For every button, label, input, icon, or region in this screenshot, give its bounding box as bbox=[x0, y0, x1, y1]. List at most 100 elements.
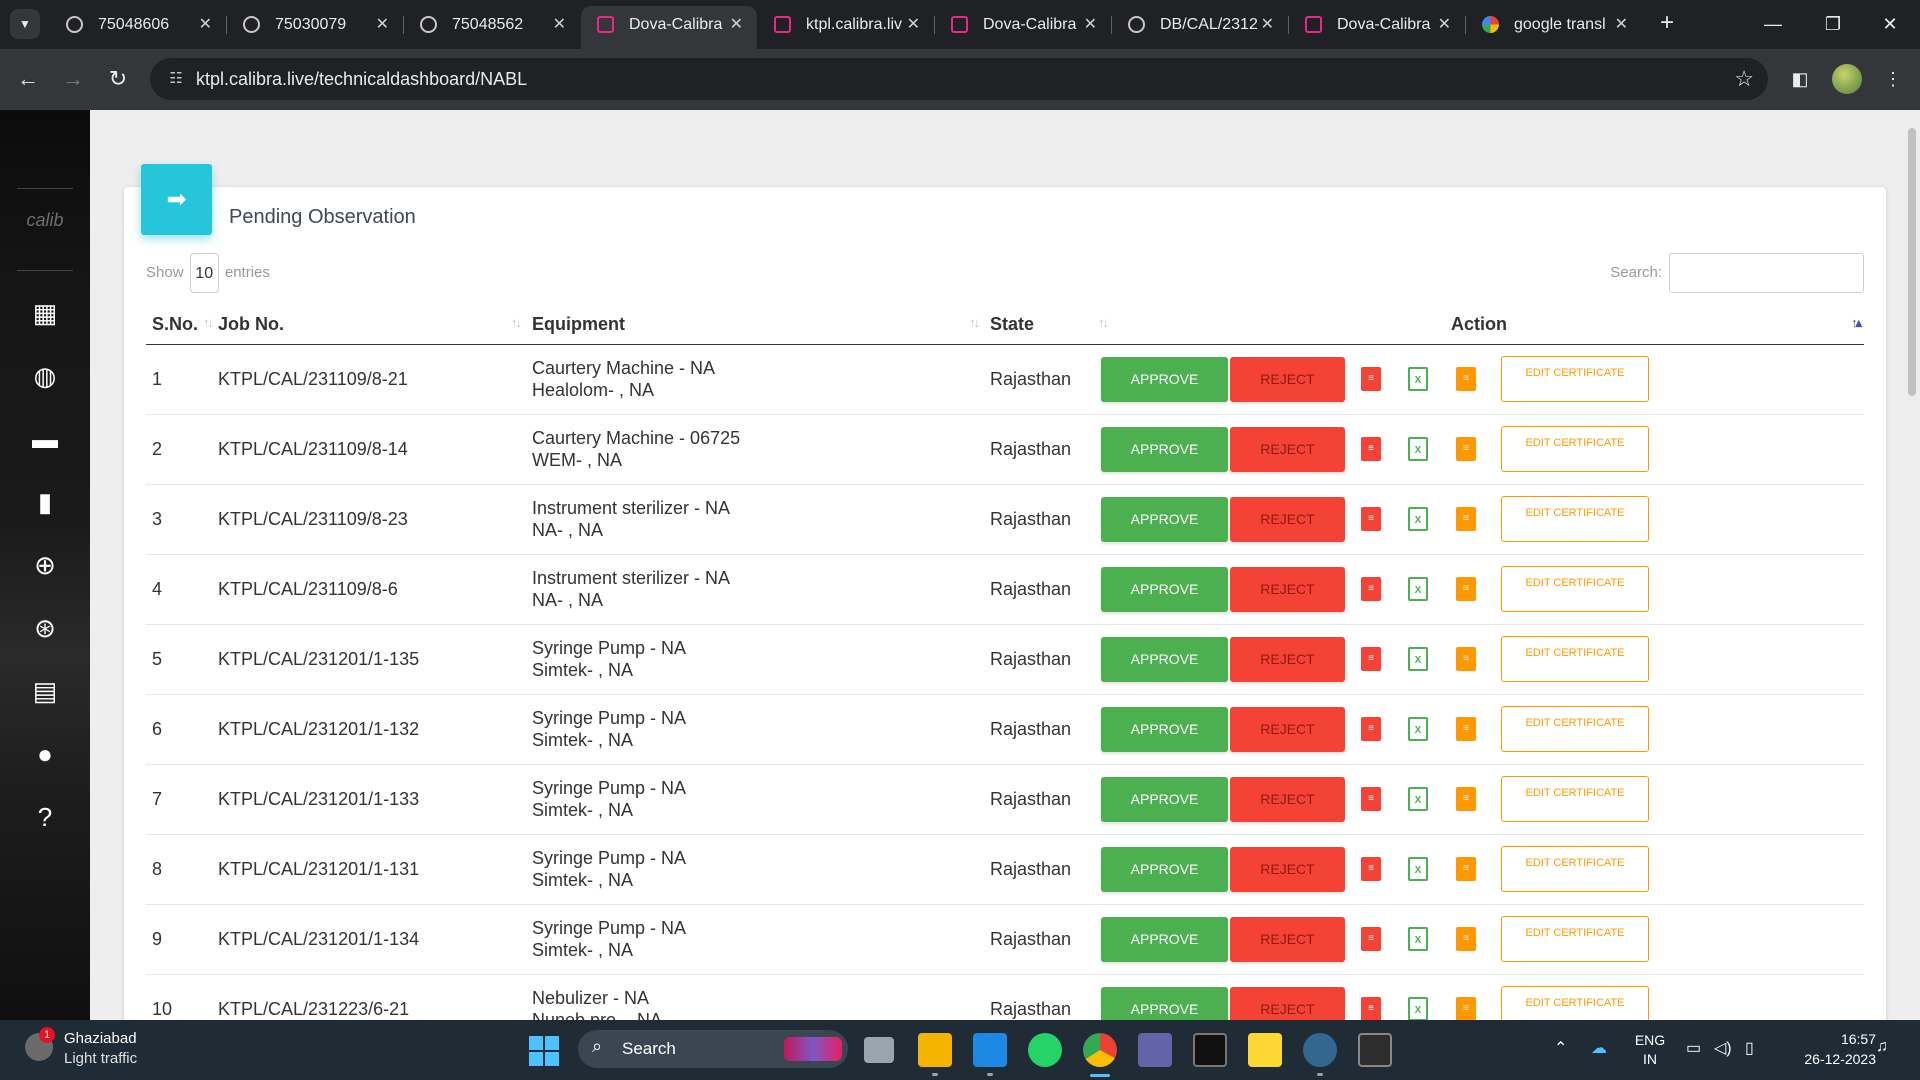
browser-tab[interactable]: ktpl.calibra.liv ✕ bbox=[758, 6, 934, 43]
document-file-icon[interactable]: ≡ bbox=[1456, 717, 1476, 741]
approve-button[interactable]: APPROVE bbox=[1101, 426, 1228, 472]
excel-file-icon[interactable]: X bbox=[1408, 997, 1428, 1020]
browser-tab[interactable]: Dova-Calibra ✕ bbox=[1289, 6, 1465, 43]
dashboard-icon[interactable]: ▦ bbox=[29, 297, 61, 329]
close-window-button[interactable]: ✕ bbox=[1860, 0, 1920, 49]
close-tab-icon[interactable]: ✕ bbox=[907, 6, 920, 43]
pdf-file-icon[interactable]: ≡ bbox=[1361, 437, 1381, 461]
approve-button[interactable]: APPROVE bbox=[1101, 496, 1228, 542]
edit-certificate-button[interactable]: EDIT CERTIFICATE bbox=[1501, 986, 1649, 1020]
pdf-file-icon[interactable]: ≡ bbox=[1361, 577, 1381, 601]
reject-button[interactable]: REJECT bbox=[1230, 566, 1345, 612]
pdf-file-icon[interactable]: ≡ bbox=[1361, 647, 1381, 671]
display-icon[interactable]: ▭ bbox=[1686, 1038, 1701, 1058]
excel-file-icon[interactable]: X bbox=[1408, 577, 1428, 601]
excel-file-icon[interactable]: X bbox=[1408, 647, 1428, 671]
book-icon[interactable]: ▮ bbox=[29, 486, 61, 518]
postgres-icon[interactable] bbox=[1303, 1033, 1337, 1076]
vscode-icon[interactable] bbox=[973, 1033, 1007, 1076]
pdf-file-icon[interactable]: ≡ bbox=[1361, 717, 1381, 741]
close-tab-icon[interactable]: ✕ bbox=[1438, 6, 1451, 43]
excel-file-icon[interactable]: X bbox=[1408, 787, 1428, 811]
browser-tab[interactable]: 75030079 ✕ bbox=[227, 6, 403, 43]
document-file-icon[interactable]: ≡ bbox=[1456, 507, 1476, 531]
reject-button[interactable]: REJECT bbox=[1230, 846, 1345, 892]
excel-file-icon[interactable]: X bbox=[1408, 507, 1428, 531]
edit-certificate-button[interactable]: EDIT CERTIFICATE bbox=[1501, 426, 1649, 472]
teams-icon[interactable] bbox=[1138, 1033, 1172, 1067]
pdf-file-icon[interactable]: ≡ bbox=[1361, 367, 1381, 391]
restore-button[interactable]: ❐ bbox=[1803, 0, 1863, 49]
browser-tab-active[interactable]: Dova-Calibra ✕ bbox=[581, 6, 757, 49]
col-header-job[interactable]: Job No. ↑↓ bbox=[218, 305, 532, 345]
excel-file-icon[interactable]: X bbox=[1408, 437, 1428, 461]
edit-certificate-button[interactable]: EDIT CERTIFICATE bbox=[1501, 636, 1649, 682]
page-scrollbar[interactable] bbox=[1908, 128, 1916, 396]
clock-time[interactable]: 16:57 bbox=[1780, 1031, 1876, 1047]
close-tab-icon[interactable]: ✕ bbox=[1261, 6, 1274, 43]
approve-button[interactable]: APPROVE bbox=[1101, 706, 1228, 752]
zoom-in-icon[interactable]: ⊕ bbox=[29, 549, 61, 581]
new-tab-button[interactable]: + bbox=[1652, 8, 1682, 38]
reject-button[interactable]: REJECT bbox=[1230, 636, 1345, 682]
pdf-file-icon[interactable]: ≡ bbox=[1361, 857, 1381, 881]
document-file-icon[interactable]: ≡ bbox=[1456, 367, 1476, 391]
start-button[interactable] bbox=[529, 1036, 559, 1066]
approve-button[interactable]: APPROVE bbox=[1101, 776, 1228, 822]
language-indicator[interactable]: ENG bbox=[1628, 1032, 1672, 1048]
briefcase-icon[interactable]: ▬ bbox=[29, 423, 61, 455]
edit-certificate-button[interactable]: EDIT CERTIFICATE bbox=[1501, 356, 1649, 402]
close-tab-icon[interactable]: ✕ bbox=[553, 6, 566, 43]
chevron-up-icon[interactable]: ⌃ bbox=[1554, 1038, 1567, 1058]
whatsapp-icon[interactable] bbox=[1028, 1033, 1062, 1067]
browser-tab[interactable]: 75048606 ✕ bbox=[50, 6, 226, 43]
reject-button[interactable]: REJECT bbox=[1230, 426, 1345, 472]
clock-date[interactable]: 26-12-2023 bbox=[1780, 1051, 1876, 1067]
minimize-button[interactable]: — bbox=[1743, 0, 1803, 49]
approve-button[interactable]: APPROVE bbox=[1101, 846, 1228, 892]
excel-file-icon[interactable]: X bbox=[1408, 367, 1428, 391]
excel-file-icon[interactable]: X bbox=[1408, 927, 1428, 951]
col-header-action[interactable]: Action ↑▴ bbox=[1101, 305, 1864, 345]
reload-button[interactable]: ↻ bbox=[102, 63, 134, 95]
reject-button[interactable]: REJECT bbox=[1230, 986, 1345, 1020]
edit-certificate-button[interactable]: EDIT CERTIFICATE bbox=[1501, 706, 1649, 752]
browser-tab[interactable]: DB/CAL/2312 ✕ bbox=[1112, 6, 1288, 43]
pdf-file-icon[interactable]: ≡ bbox=[1361, 507, 1381, 531]
edit-certificate-button[interactable]: EDIT CERTIFICATE bbox=[1501, 916, 1649, 962]
person-icon[interactable]: ● bbox=[29, 738, 61, 770]
col-header-state[interactable]: State ↑↓ bbox=[990, 305, 1109, 345]
close-tab-icon[interactable]: ✕ bbox=[1084, 6, 1097, 43]
onedrive-icon[interactable]: ☁ bbox=[1591, 1038, 1607, 1058]
query-stats-icon[interactable]: ⊛ bbox=[29, 612, 61, 644]
bookmark-star-icon[interactable]: ☆ bbox=[1734, 66, 1754, 92]
pdf-file-icon[interactable]: ≡ bbox=[1361, 997, 1381, 1020]
reject-button[interactable]: REJECT bbox=[1230, 496, 1345, 542]
browser-tab[interactable]: google transl ✕ bbox=[1466, 6, 1642, 43]
store-icon[interactable]: ▤ bbox=[29, 675, 61, 707]
edit-certificate-button[interactable]: EDIT CERTIFICATE bbox=[1501, 776, 1649, 822]
close-tab-icon[interactable]: ✕ bbox=[730, 6, 743, 43]
file-explorer-icon[interactable] bbox=[918, 1033, 952, 1076]
col-header-sno[interactable]: S.No. ↑↓ bbox=[146, 305, 218, 345]
back-button[interactable]: ← bbox=[12, 63, 44, 95]
side-panel-icon[interactable]: ◧ bbox=[1784, 63, 1816, 95]
pdf-file-icon[interactable]: ≡ bbox=[1361, 927, 1381, 951]
close-tab-icon[interactable]: ✕ bbox=[376, 6, 389, 43]
document-file-icon[interactable]: ≡ bbox=[1456, 577, 1476, 601]
close-tab-icon[interactable]: ✕ bbox=[199, 6, 212, 43]
more-menu-icon[interactable]: ⋮ bbox=[1877, 63, 1909, 95]
reject-button[interactable]: REJECT bbox=[1230, 776, 1345, 822]
help-icon[interactable]: ? bbox=[29, 801, 61, 833]
reject-button[interactable]: REJECT bbox=[1230, 706, 1345, 752]
task-view-icon[interactable] bbox=[864, 1037, 894, 1063]
address-bar[interactable]: ☷ ktpl.calibra.live/technicaldashboard/N… bbox=[150, 58, 1768, 100]
document-file-icon[interactable]: ≡ bbox=[1456, 997, 1476, 1020]
forward-button[interactable]: → bbox=[57, 63, 89, 95]
pdf-file-icon[interactable]: ≡ bbox=[1361, 787, 1381, 811]
approve-button[interactable]: APPROVE bbox=[1101, 566, 1228, 612]
entries-select[interactable]: 10 bbox=[189, 253, 219, 293]
col-header-equipment[interactable]: Equipment ↑↓ bbox=[532, 305, 990, 345]
excel-file-icon[interactable]: X bbox=[1408, 717, 1428, 741]
approve-button[interactable]: APPROVE bbox=[1101, 916, 1228, 962]
